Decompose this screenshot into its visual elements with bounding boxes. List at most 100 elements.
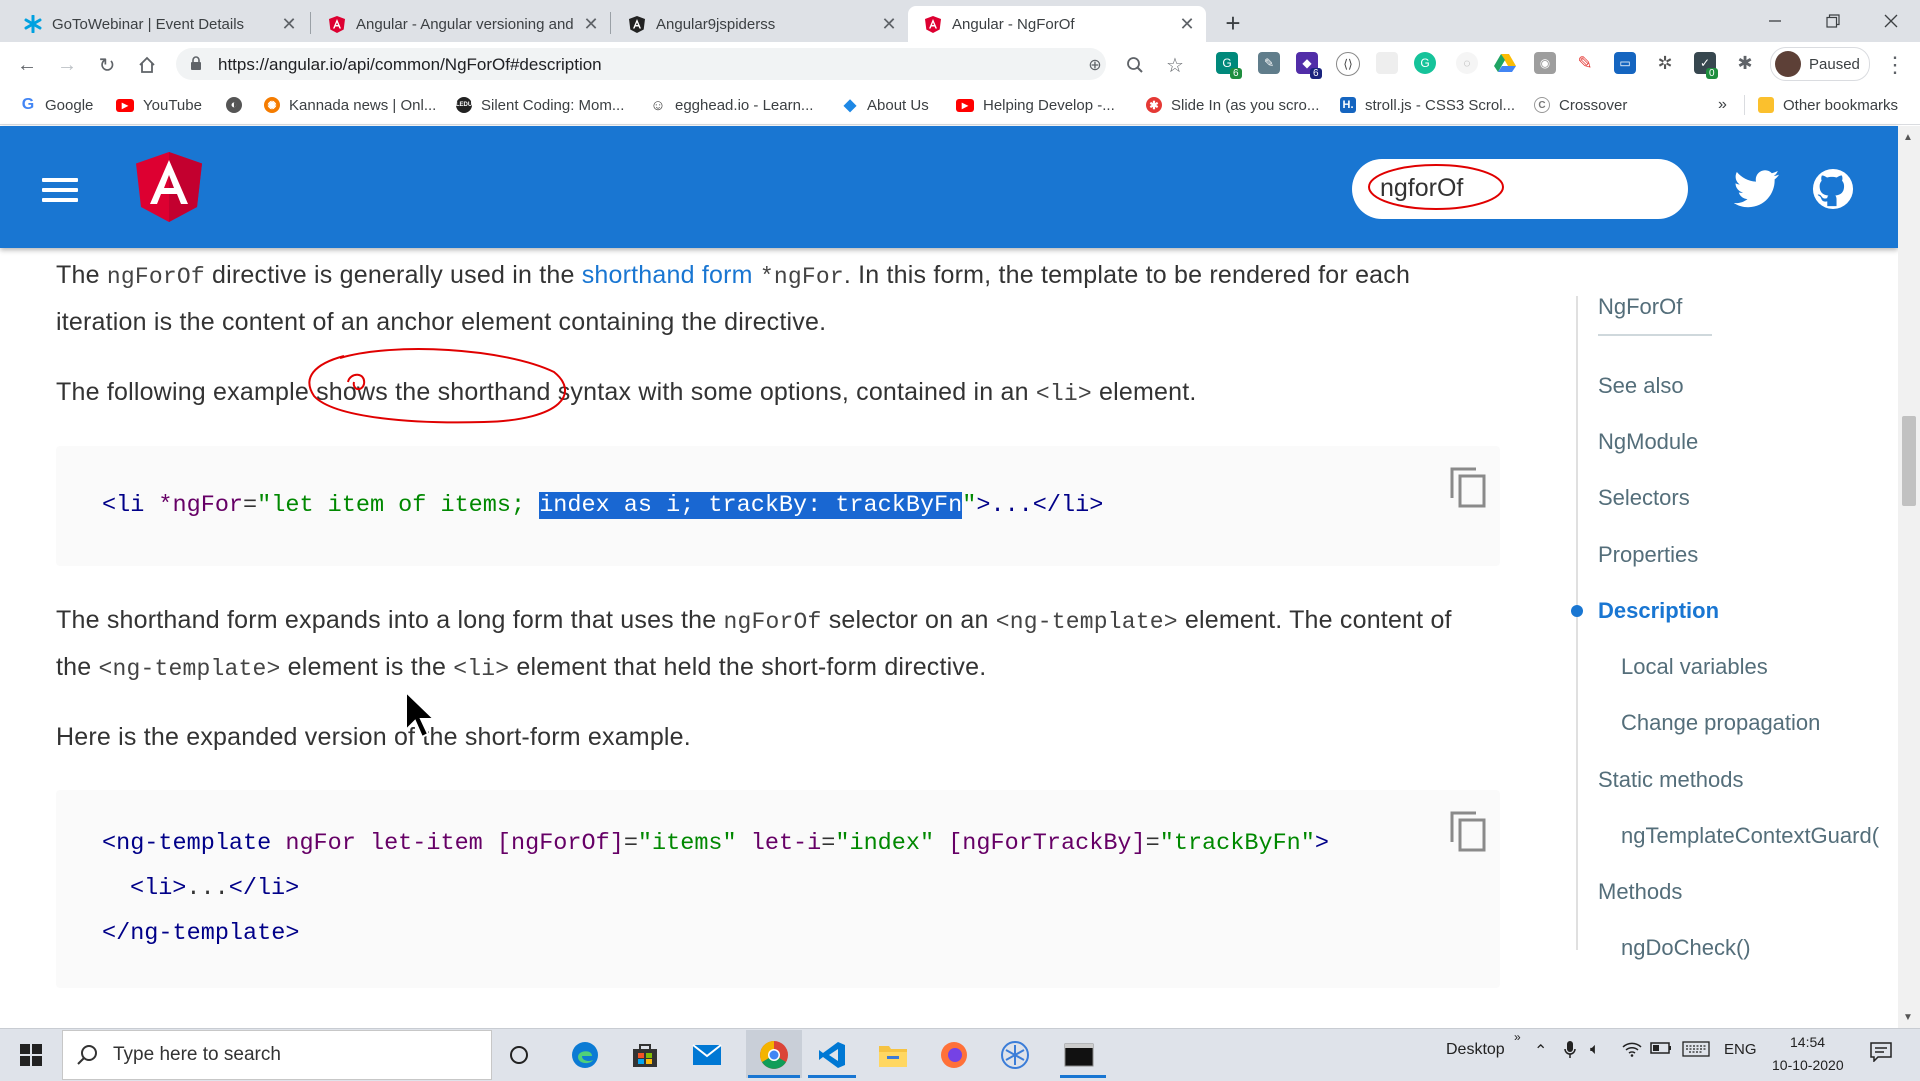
back-arrow-icon: ← (17, 53, 37, 76)
add-page-button[interactable]: ⊕ (1080, 50, 1110, 80)
scroll-down-icon[interactable]: ▼ (1903, 1012, 1913, 1023)
close-window-button[interactable] (1862, 0, 1920, 42)
angular-logo[interactable] (136, 152, 202, 222)
browser-menu-button[interactable]: ⋮ (1880, 50, 1910, 80)
close-icon[interactable]: ✕ (878, 13, 900, 35)
back-button[interactable]: ← (12, 50, 42, 80)
close-icon[interactable]: ✕ (580, 13, 602, 35)
snowflake-app-icon[interactable] (998, 1038, 1032, 1072)
bookmark-star-button[interactable]: ☆ (1160, 50, 1190, 80)
bookmark-google[interactable]: G Google (20, 94, 94, 116)
store-icon[interactable] (628, 1038, 662, 1072)
desktop-toolbar-label[interactable]: Desktop (1446, 1041, 1505, 1059)
google-drive-icon[interactable] (1494, 52, 1516, 74)
extension-icon[interactable]: ⟨⟩ (1336, 52, 1360, 76)
extension-icon[interactable]: ◌ (1456, 52, 1478, 74)
clock-date[interactable]: 10-10-2020 (1772, 1057, 1844, 1073)
toc-item-properties[interactable]: Properties (1598, 542, 1698, 568)
forward-button[interactable]: → (52, 50, 82, 80)
grammarly-icon[interactable]: G (1414, 52, 1436, 74)
text: element that held the short-form directi… (509, 653, 987, 681)
minimize-button[interactable] (1746, 0, 1804, 42)
bookmarks-overflow-button[interactable]: » (1718, 94, 1727, 116)
toc-item-change-propagation[interactable]: Change propagation (1621, 710, 1820, 736)
language-indicator[interactable]: ENG (1724, 1041, 1757, 1058)
terminal-icon[interactable] (1062, 1038, 1096, 1072)
bookmark-stroll[interactable]: H. stroll.js - CSS3 Scrol... (1340, 94, 1515, 116)
copy-icon[interactable] (1448, 810, 1488, 852)
copy-icon[interactable] (1448, 466, 1488, 508)
toc-item-description[interactable]: Description (1598, 598, 1719, 624)
toc-item-ngdocheck[interactable]: ngDoCheck() (1621, 935, 1751, 961)
hamburger-menu-icon[interactable] (42, 178, 78, 202)
other-bookmarks[interactable]: Other bookmarks (1758, 94, 1898, 116)
edge-icon[interactable] (568, 1038, 602, 1072)
bookmark-youtube[interactable]: ▶ YouTube (116, 94, 202, 116)
code-token: " (962, 492, 977, 519)
scrollbar-thumb[interactable] (1902, 416, 1916, 506)
extension-icon[interactable] (1376, 52, 1398, 74)
speaker-icon[interactable]: 🔈︎ (1590, 1041, 1600, 1059)
restore-button[interactable] (1804, 0, 1862, 42)
task-view-icon[interactable] (502, 1038, 536, 1072)
twitter-icon[interactable] (1734, 168, 1780, 210)
toc-item-local-variables[interactable]: Local variables (1621, 654, 1768, 680)
toc-title[interactable]: NgForOf (1598, 294, 1682, 320)
code-token: </ng-template> (102, 920, 300, 947)
firefox-icon[interactable] (937, 1038, 971, 1072)
toc-item-see-also[interactable]: See also (1598, 373, 1684, 399)
chevron-up-icon[interactable]: ⌃ (1534, 1041, 1547, 1061)
toc-item-methods[interactable]: Methods (1598, 879, 1682, 905)
toc-item-ngtemplatecontextguard[interactable]: ngTemplateContextGuard( (1621, 823, 1898, 849)
bookmark-egghead[interactable]: ☺ egghead.io - Learn... (650, 94, 813, 116)
shorthand-form-link[interactable]: shorthand form (582, 261, 753, 289)
camera-icon[interactable]: ◉ (1534, 52, 1556, 74)
tab-gotowebinar[interactable]: GoToWebinar | Event Details ✕ (8, 6, 308, 42)
clock-time[interactable]: 14:54 (1790, 1034, 1825, 1050)
close-icon[interactable]: ✕ (1176, 13, 1198, 35)
reload-button[interactable]: ↻ (92, 50, 122, 80)
bug-icon[interactable]: ✲ (1654, 52, 1676, 74)
tab-angular-ngforof[interactable]: Angular - NgForOf ✕ (908, 6, 1206, 42)
extension-icon[interactable]: ✎ (1258, 52, 1280, 74)
page-scrollbar[interactable] (1898, 126, 1920, 1028)
mail-icon[interactable] (690, 1038, 724, 1072)
toc-item-ngmodule[interactable]: NgModule (1598, 429, 1698, 455)
microphone-icon[interactable] (1564, 1041, 1576, 1064)
file-explorer-icon[interactable] (876, 1038, 910, 1072)
toc-item-static-methods[interactable]: Static methods (1598, 767, 1744, 793)
toolbar-expand-icon[interactable]: » (1514, 1030, 1521, 1044)
vscode-icon[interactable] (815, 1038, 849, 1072)
bookmark-silent-coding[interactable]: LEDU Silent Coding: Mom... (456, 94, 625, 116)
github-icon[interactable] (1810, 168, 1856, 210)
chrome-icon[interactable] (757, 1038, 791, 1072)
tab-angular-versioning[interactable]: Angular - Angular versioning and ✕ (312, 6, 610, 42)
puzzle-icon[interactable]: ✱ (1734, 52, 1756, 74)
taskbar-search-box[interactable]: Type here to search (62, 1030, 492, 1080)
url-text[interactable]: https://angular.io/api/common/NgForOf#de… (218, 55, 602, 75)
close-icon[interactable]: ✕ (278, 13, 300, 35)
toc-item-selectors[interactable]: Selectors (1598, 485, 1690, 511)
lock-icon[interactable] (190, 56, 202, 73)
wifi-icon[interactable] (1622, 1041, 1642, 1062)
scroll-up-icon[interactable]: ▲ (1903, 132, 1913, 143)
bookmark-kannada-news[interactable]: ✺ Kannada news | Onl... (264, 94, 436, 116)
bookmark-label: Google (45, 96, 94, 114)
bookmark-crossover[interactable]: C Crossover (1534, 94, 1627, 116)
new-tab-button[interactable]: + (1218, 8, 1248, 38)
home-button[interactable] (132, 50, 162, 80)
zoom-button[interactable] (1120, 50, 1150, 80)
tab-angular9jspiderss[interactable]: Angular9jspiderss ✕ (612, 6, 908, 42)
windows-start-icon[interactable] (20, 1044, 42, 1066)
profile-button[interactable]: Paused (1770, 47, 1870, 81)
notifications-icon[interactable] (1870, 1042, 1892, 1067)
bookmark-helping-develop[interactable]: ▶ Helping Develop -... (956, 94, 1115, 116)
selected-code[interactable]: index as i; trackBy: trackByFn (539, 492, 963, 519)
bookmark-globe[interactable]: ◐ (226, 94, 251, 116)
extension-icon[interactable]: ▭ (1614, 52, 1636, 74)
battery-icon[interactable] (1650, 1041, 1672, 1060)
pen-icon[interactable]: ✎ (1574, 52, 1596, 74)
keyboard-icon[interactable] (1682, 1041, 1710, 1062)
bookmark-slide-in[interactable]: ✱ Slide In (as you scro... (1146, 94, 1319, 116)
bookmark-about-us[interactable]: ◆ About Us (842, 94, 929, 116)
